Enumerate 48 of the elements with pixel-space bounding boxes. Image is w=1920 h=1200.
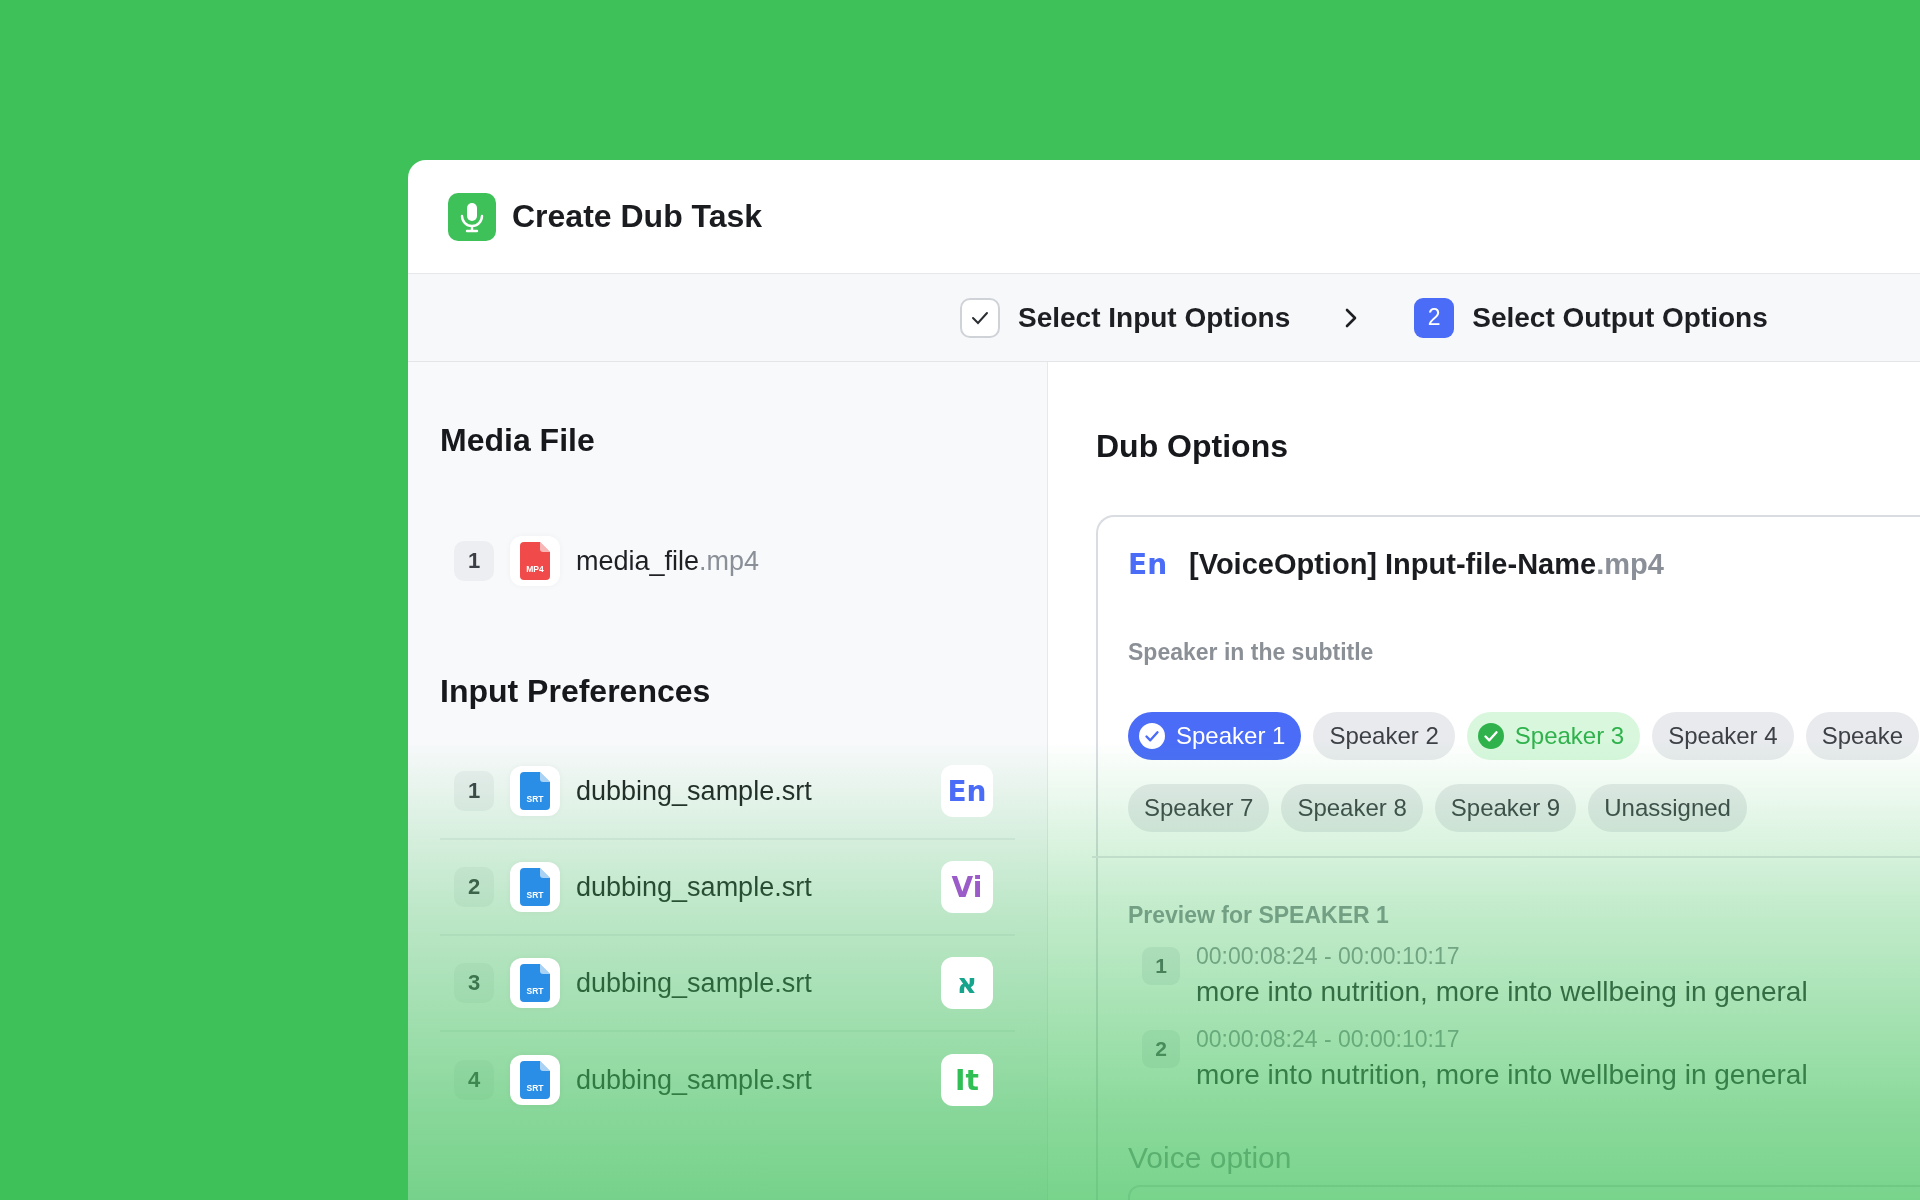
speaker-chip[interactable]: Speaker 2	[1313, 712, 1455, 760]
row-number: 2	[454, 867, 494, 907]
file-name: [VoiceOption] Input-file-Name.mp4	[1189, 547, 1664, 581]
speaker-chip[interactable]: Speake	[1805, 712, 1920, 760]
subtitle-text: more into nutrition, more into wellbeing in general	[1196, 1059, 1808, 1091]
field-label: Preview for SPEAKER 1	[1128, 902, 1390, 929]
microphone-icon	[448, 192, 496, 241]
file-name: dubbing_sample.srt	[576, 871, 813, 903]
speaker-chip[interactable]: Speaker 7	[1128, 784, 1270, 832]
file-name: dubbing_sample.srt	[576, 775, 813, 807]
speaker-chip[interactable]: Speaker 9	[1434, 784, 1577, 832]
entry-number: 1	[1142, 947, 1180, 985]
check-circle-icon	[1476, 722, 1505, 750]
section-heading: Media File	[440, 422, 596, 459]
file-icon: SRT	[520, 868, 550, 906]
file-icon: SRT	[520, 772, 550, 810]
field-label: Speaker in the subtitle	[1128, 639, 1375, 666]
language-badge: It	[941, 1054, 993, 1106]
section-heading: Dub Options	[1096, 428, 1289, 465]
timestamp: 00:00:08:24 - 00:00:10:17	[1196, 1026, 1461, 1053]
step-label: Select Input Options	[1018, 301, 1291, 334]
language-badge: En	[941, 765, 993, 817]
subtitle-text: more into nutrition, more into wellbeing in general	[1196, 976, 1808, 1008]
chevron-right-icon	[1344, 306, 1359, 329]
step-number: 2	[1414, 297, 1455, 338]
timestamp: 00:00:08:24 - 00:00:10:17	[1196, 943, 1461, 970]
row-number: 3	[454, 963, 494, 1003]
speaker-chip[interactable]: Speaker 1	[1128, 712, 1302, 760]
file-name: media_file.mp4	[576, 545, 761, 577]
check-circle-icon	[1138, 722, 1166, 750]
speaker-chip[interactable]: Speaker 8	[1281, 784, 1423, 832]
file-icon: SRT	[520, 964, 550, 1002]
file-name: dubbing_sample.srt	[576, 1064, 813, 1096]
speaker-chip[interactable]: Speaker 4	[1652, 712, 1794, 760]
entry-number: 2	[1142, 1030, 1180, 1068]
speaker-chip[interactable]: Unassigned	[1588, 784, 1747, 832]
section-heading: Input Preferences	[440, 673, 712, 710]
file-icon: MP4	[520, 542, 550, 580]
row-number: 1	[454, 541, 494, 581]
row-number: 1	[454, 771, 494, 811]
language-badge: Vi	[941, 861, 993, 913]
file-name: dubbing_sample.srt	[576, 967, 813, 999]
row-number: 4	[454, 1060, 494, 1100]
language-badge: א	[941, 957, 993, 1009]
window-title: Create Dub Task	[512, 198, 763, 235]
step-label: Select Output Options	[1472, 301, 1768, 334]
language-code: En	[1128, 547, 1168, 581]
file-icon: SRT	[520, 1061, 550, 1099]
